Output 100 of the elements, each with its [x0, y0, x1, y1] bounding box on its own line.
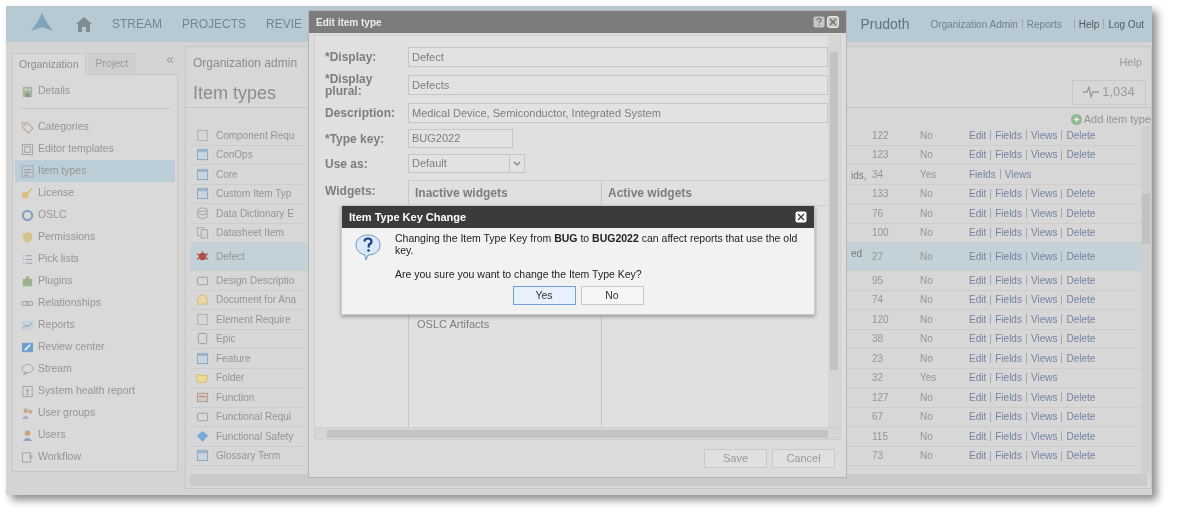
action-link[interactable]: Edit: [969, 409, 987, 425]
action-link[interactable]: Views: [1030, 389, 1058, 405]
action-link[interactable]: Edit: [969, 448, 987, 464]
action-link[interactable]: Views: [1030, 272, 1058, 288]
action-link[interactable]: Fields: [995, 428, 1022, 444]
dialog-button[interactable]: Save: [704, 449, 767, 468]
action-link[interactable]: Fields: [995, 370, 1022, 386]
action-link[interactable]: Fields: [995, 249, 1022, 264]
sidebar-item[interactable]: Pick lists: [15, 248, 175, 270]
action-link[interactable]: Fields: [995, 448, 1022, 464]
action-link[interactable]: Views: [1030, 205, 1058, 221]
action-link[interactable]: Edit: [969, 186, 987, 202]
action-link[interactable]: Views: [1030, 448, 1058, 464]
action-link[interactable]: Delete: [1066, 350, 1096, 366]
sidebar-item[interactable]: OSLC: [15, 204, 175, 226]
add-item-type-link[interactable]: Add item type: [1070, 110, 1151, 128]
action-link[interactable]: Fields: [995, 350, 1022, 366]
action-link[interactable]: Edit: [969, 147, 987, 163]
action-link[interactable]: Views: [1030, 350, 1058, 366]
activity-counter-button[interactable]: 1,034: [1072, 79, 1146, 105]
action-link[interactable]: Delete: [1066, 448, 1096, 464]
header-link[interactable]: Log Out: [1108, 16, 1144, 32]
action-link[interactable]: Delete: [1066, 272, 1096, 288]
sidebar-item[interactable]: Editor templates: [15, 138, 175, 160]
action-link[interactable]: Edit: [969, 350, 987, 366]
collapse-toggle[interactable]: «: [166, 49, 174, 70]
sidebar-item[interactable]: Users: [15, 424, 175, 446]
sidebar-item[interactable]: Stream: [15, 358, 175, 380]
text-field[interactable]: Defects: [408, 75, 828, 95]
action-link[interactable]: Delete: [1066, 186, 1096, 202]
action-link[interactable]: Fields: [995, 331, 1022, 347]
action-link[interactable]: Fields: [995, 205, 1022, 221]
action-link[interactable]: Delete: [1066, 205, 1096, 221]
nav-link[interactable]: STREAM: [112, 15, 162, 33]
action-link[interactable]: Edit: [969, 205, 987, 221]
nav-link[interactable]: PROJECTS: [182, 15, 247, 33]
action-link[interactable]: Views: [1030, 225, 1058, 241]
action-link[interactable]: Views: [1030, 127, 1058, 143]
text-field[interactable]: Medical Device, Semiconductor, Integrated System: [408, 103, 828, 123]
help-icon[interactable]: [813, 16, 825, 28]
action-link[interactable]: Delete: [1066, 389, 1096, 405]
action-link[interactable]: Edit: [969, 389, 987, 405]
action-link[interactable]: Views: [1030, 311, 1058, 327]
dialog-button[interactable]: No: [580, 286, 644, 305]
vertical-scrollbar[interactable]: [828, 36, 840, 427]
close-icon[interactable]: [795, 211, 807, 223]
action-link[interactable]: Fields: [969, 166, 996, 182]
action-link[interactable]: Fields: [995, 409, 1022, 425]
sidebar-item[interactable]: License: [15, 182, 175, 204]
action-link[interactable]: Views: [1030, 147, 1058, 163]
sidebar-item[interactable]: Details: [15, 80, 175, 102]
sidebar-item[interactable]: Permissions: [15, 226, 175, 248]
action-link[interactable]: Edit: [969, 292, 987, 308]
action-link[interactable]: Edit: [969, 311, 987, 327]
action-link[interactable]: Fields: [995, 127, 1022, 143]
admin-link[interactable]: Organization Admin: [930, 16, 1018, 32]
sidebar-item[interactable]: Categories: [15, 116, 175, 138]
dialog-button[interactable]: Cancel: [772, 449, 835, 468]
sidebar-item[interactable]: Review center: [15, 336, 175, 358]
action-link[interactable]: Delete: [1066, 292, 1096, 308]
sidebar-item[interactable]: Relationships: [15, 292, 175, 314]
sidebar-tab[interactable]: Organization: [12, 53, 86, 75]
action-link[interactable]: Views: [1030, 409, 1058, 425]
action-link[interactable]: Edit: [969, 370, 987, 386]
header-link[interactable]: Help: [1078, 16, 1100, 32]
help-link[interactable]: Help: [1119, 54, 1142, 71]
action-link[interactable]: Delete: [1066, 428, 1096, 444]
action-link[interactable]: Edit: [969, 272, 987, 288]
action-link[interactable]: Edit: [969, 127, 987, 143]
nav-link[interactable]: REVIE: [266, 15, 303, 33]
action-link[interactable]: Views: [1030, 428, 1058, 444]
action-link[interactable]: Delete: [1066, 225, 1096, 241]
action-link[interactable]: Fields: [995, 292, 1022, 308]
action-link[interactable]: Delete: [1066, 409, 1096, 425]
text-field[interactable]: BUG2022: [408, 129, 513, 148]
horizontal-scrollbar[interactable]: [314, 428, 841, 440]
action-link[interactable]: Delete: [1066, 127, 1096, 143]
action-link[interactable]: Fields: [995, 186, 1022, 202]
action-link[interactable]: Fields: [995, 389, 1022, 405]
action-link[interactable]: Edit: [969, 428, 987, 444]
action-link[interactable]: Views: [1004, 166, 1032, 182]
action-link[interactable]: Edit: [969, 249, 987, 264]
sidebar-item[interactable]: Item types: [15, 160, 175, 182]
sidebar-item[interactable]: Workflow: [15, 446, 175, 468]
action-link[interactable]: Delete: [1066, 331, 1096, 347]
vertical-scrollbar[interactable]: [1141, 126, 1151, 474]
action-link[interactable]: Views: [1030, 331, 1058, 347]
action-link[interactable]: Views: [1030, 370, 1058, 386]
sidebar-item[interactable]: Reports: [15, 314, 175, 336]
home-icon[interactable]: [76, 16, 92, 32]
widget-item[interactable]: OSLC Artifacts: [417, 316, 593, 333]
dropdown[interactable]: Default: [408, 154, 525, 173]
dialog-button[interactable]: Yes: [512, 286, 576, 305]
sidebar-item[interactable]: Plugins: [15, 270, 175, 292]
action-link[interactable]: Views: [1030, 186, 1058, 202]
sidebar-item[interactable]: User groups: [15, 402, 175, 424]
sidebar-item[interactable]: System health report: [15, 380, 175, 402]
action-link[interactable]: Delete: [1066, 147, 1096, 163]
action-link[interactable]: Edit: [969, 331, 987, 347]
action-link[interactable]: Delete: [1066, 311, 1096, 327]
